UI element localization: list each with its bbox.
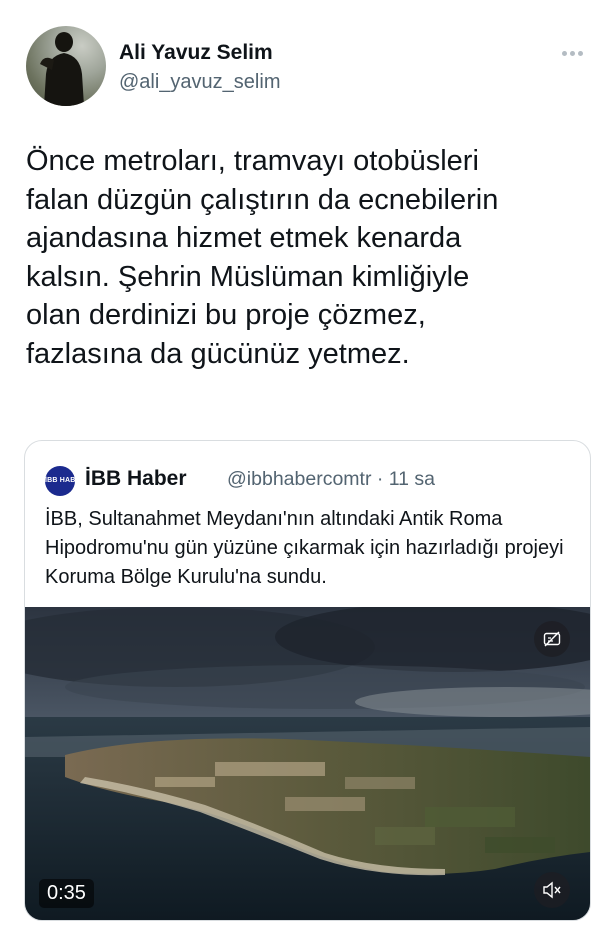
quoted-author-name: İBB Haber [85, 467, 187, 490]
speaker-muted-icon [543, 881, 561, 899]
video-player[interactable]: 0:35 [25, 607, 590, 920]
quoted-author-handle-time: @ibbhabercomtr · 11 sa [227, 468, 436, 490]
tweet-text: Önce metroları, tramvayı otobüsleri fala… [26, 145, 499, 370]
quoted-tweet-card[interactable]: İBB HABER İBB Haber @ibbhabercomtr · 11 … [24, 440, 591, 921]
avatar[interactable] [26, 26, 106, 106]
author-handle[interactable]: @ali_yavuz_selim [119, 71, 280, 94]
ibb-haber-logo: İBB HABER [45, 466, 86, 496]
tweet-header: Ali Yavuz Selim @ali_yavuz_selim [26, 26, 590, 108]
mute-button[interactable] [534, 872, 570, 908]
author-name[interactable]: Ali Yavuz Selim [119, 41, 273, 65]
closed-captions-button[interactable] [534, 621, 570, 657]
quoted-tweet-header: İBB HABER İBB Haber @ibbhabercomtr · 11 … [45, 463, 585, 496]
video-thumbnail [25, 607, 590, 920]
closed-captions-off-icon [543, 631, 561, 647]
avatar-silhouette [40, 32, 84, 106]
video-duration: 0:35 [39, 879, 94, 908]
quoted-tweet-text: İBB, Sultanahmet Meydanı'nın altındaki A… [45, 508, 564, 588]
more-options-icon[interactable] [562, 48, 590, 58]
